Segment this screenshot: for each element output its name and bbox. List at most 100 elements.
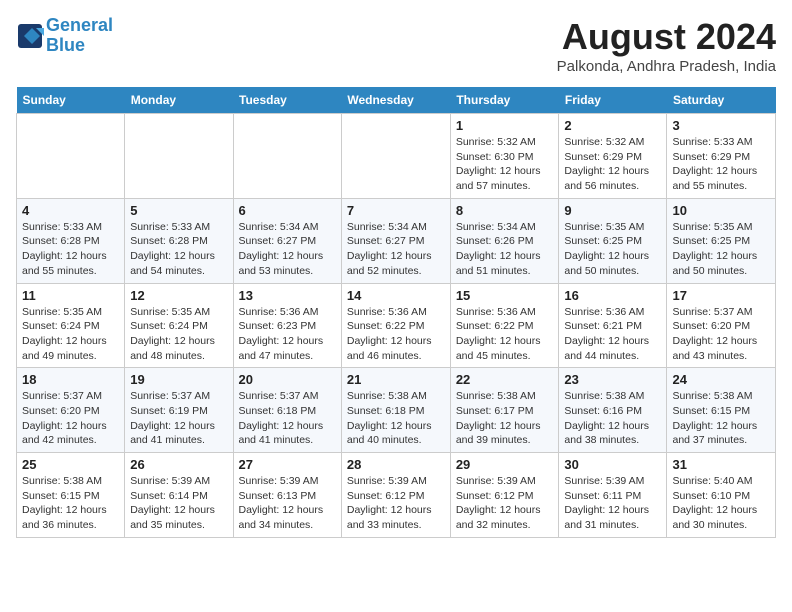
day-info: Sunrise: 5:39 AM Sunset: 6:11 PM Dayligh… bbox=[564, 474, 661, 533]
calendar-cell: 15 Sunrise: 5:36 AM Sunset: 6:22 PM Dayli… bbox=[450, 283, 559, 368]
day-info: Sunrise: 5:40 AM Sunset: 6:10 PM Dayligh… bbox=[672, 474, 770, 533]
week-row-2: 11 Sunrise: 5:35 AM Sunset: 6:24 PM Dayli… bbox=[17, 283, 776, 368]
day-number: 11 bbox=[22, 288, 119, 303]
day-info: Sunrise: 5:39 AM Sunset: 6:14 PM Dayligh… bbox=[130, 474, 227, 533]
week-row-4: 25Sunrise: 5:38 AM Sunset: 6:15 PM Dayli… bbox=[17, 453, 776, 538]
calendar-cell: 29 Sunrise: 5:39 AM Sunset: 6:12 PM Dayli… bbox=[450, 453, 559, 538]
day-number: 30 bbox=[564, 457, 661, 472]
day-number: 5 bbox=[130, 203, 227, 218]
day-info: Sunrise: 5:35 AM Sunset: 6:25 PM Dayligh… bbox=[672, 220, 770, 279]
day-number: 6 bbox=[239, 203, 336, 218]
day-number: 7 bbox=[347, 203, 445, 218]
day-number: 22 bbox=[456, 372, 554, 387]
day-info: Sunrise: 5:38 AM Sunset: 6:18 PM Dayligh… bbox=[347, 389, 445, 448]
day-number: 1 bbox=[456, 118, 554, 133]
day-info: Sunrise: 5:39 AM Sunset: 6:12 PM Dayligh… bbox=[347, 474, 445, 533]
calendar-cell: 9 Sunrise: 5:35 AM Sunset: 6:25 PM Daylig… bbox=[559, 198, 667, 283]
week-row-0: 1 Sunrise: 5:32 AM Sunset: 6:30 PM Daylig… bbox=[17, 114, 776, 199]
calendar-cell: 1 Sunrise: 5:32 AM Sunset: 6:30 PM Daylig… bbox=[450, 114, 559, 199]
day-info: Sunrise: 5:34 AM Sunset: 6:26 PM Dayligh… bbox=[456, 220, 554, 279]
calendar-cell: 2 Sunrise: 5:32 AM Sunset: 6:29 PM Daylig… bbox=[559, 114, 667, 199]
day-info: Sunrise: 5:38 AM Sunset: 6:16 PM Dayligh… bbox=[564, 389, 661, 448]
calendar-cell: 26 Sunrise: 5:39 AM Sunset: 6:14 PM Dayli… bbox=[125, 453, 233, 538]
day-info: Sunrise: 5:34 AM Sunset: 6:27 PM Dayligh… bbox=[239, 220, 336, 279]
weekday-header-saturday: Saturday bbox=[667, 87, 776, 114]
day-number: 10 bbox=[672, 203, 770, 218]
calendar-cell: 21 Sunrise: 5:38 AM Sunset: 6:18 PM Dayli… bbox=[341, 368, 450, 453]
day-info: Sunrise: 5:36 AM Sunset: 6:22 PM Dayligh… bbox=[347, 305, 445, 364]
day-number: 20 bbox=[239, 372, 336, 387]
calendar-cell: 31 Sunrise: 5:40 AM Sunset: 6:10 PM Dayli… bbox=[667, 453, 776, 538]
calendar-cell bbox=[125, 114, 233, 199]
day-info: Sunrise: 5:36 AM Sunset: 6:23 PM Dayligh… bbox=[239, 305, 336, 364]
weekday-header-tuesday: Tuesday bbox=[233, 87, 341, 114]
day-number: 12 bbox=[130, 288, 227, 303]
day-number: 2 bbox=[564, 118, 661, 133]
logo: General Blue bbox=[16, 16, 113, 56]
weekday-header-thursday: Thursday bbox=[450, 87, 559, 114]
calendar-cell: 24 Sunrise: 5:38 AM Sunset: 6:15 PM Dayli… bbox=[667, 368, 776, 453]
day-info: Sunrise: 5:32 AM Sunset: 6:30 PM Dayligh… bbox=[456, 135, 554, 194]
logo-line2: Blue bbox=[46, 35, 85, 55]
calendar-cell: 8 Sunrise: 5:34 AM Sunset: 6:26 PM Daylig… bbox=[450, 198, 559, 283]
week-row-1: 4Sunrise: 5:33 AM Sunset: 6:28 PM Daylig… bbox=[17, 198, 776, 283]
calendar-cell: 25Sunrise: 5:38 AM Sunset: 6:15 PM Dayli… bbox=[17, 453, 125, 538]
calendar-cell bbox=[17, 114, 125, 199]
day-number: 18 bbox=[22, 372, 119, 387]
calendar-cell: 5 Sunrise: 5:33 AM Sunset: 6:28 PM Daylig… bbox=[125, 198, 233, 283]
day-info: Sunrise: 5:36 AM Sunset: 6:22 PM Dayligh… bbox=[456, 305, 554, 364]
day-info: Sunrise: 5:32 AM Sunset: 6:29 PM Dayligh… bbox=[564, 135, 661, 194]
day-number: 21 bbox=[347, 372, 445, 387]
logo-text: General Blue bbox=[46, 16, 113, 56]
day-number: 29 bbox=[456, 457, 554, 472]
day-number: 25 bbox=[22, 457, 119, 472]
day-info: Sunrise: 5:35 AM Sunset: 6:24 PM Dayligh… bbox=[130, 305, 227, 364]
day-info: Sunrise: 5:35 AM Sunset: 6:24 PM Dayligh… bbox=[22, 305, 119, 364]
calendar-cell: 3 Sunrise: 5:33 AM Sunset: 6:29 PM Daylig… bbox=[667, 114, 776, 199]
calendar-cell: 7Sunrise: 5:34 AM Sunset: 6:27 PM Daylig… bbox=[341, 198, 450, 283]
day-number: 31 bbox=[672, 457, 770, 472]
day-info: Sunrise: 5:37 AM Sunset: 6:20 PM Dayligh… bbox=[672, 305, 770, 364]
calendar-cell: 10 Sunrise: 5:35 AM Sunset: 6:25 PM Dayli… bbox=[667, 198, 776, 283]
day-info: Sunrise: 5:33 AM Sunset: 6:29 PM Dayligh… bbox=[672, 135, 770, 194]
day-info: Sunrise: 5:38 AM Sunset: 6:15 PM Dayligh… bbox=[672, 389, 770, 448]
day-info: Sunrise: 5:36 AM Sunset: 6:21 PM Dayligh… bbox=[564, 305, 661, 364]
page-header: General Blue August 2024 Palkonda, Andhr… bbox=[16, 16, 776, 75]
calendar-cell: 12 Sunrise: 5:35 AM Sunset: 6:24 PM Dayli… bbox=[125, 283, 233, 368]
day-number: 28 bbox=[347, 457, 445, 472]
day-number: 9 bbox=[564, 203, 661, 218]
day-info: Sunrise: 5:39 AM Sunset: 6:12 PM Dayligh… bbox=[456, 474, 554, 533]
calendar-cell: 27 Sunrise: 5:39 AM Sunset: 6:13 PM Dayli… bbox=[233, 453, 341, 538]
location: Palkonda, Andhra Pradesh, India bbox=[557, 58, 776, 75]
day-number: 19 bbox=[130, 372, 227, 387]
day-number: 8 bbox=[456, 203, 554, 218]
day-info: Sunrise: 5:39 AM Sunset: 6:13 PM Dayligh… bbox=[239, 474, 336, 533]
weekday-header-monday: Monday bbox=[125, 87, 233, 114]
day-info: Sunrise: 5:37 AM Sunset: 6:19 PM Dayligh… bbox=[130, 389, 227, 448]
calendar-cell: 20 Sunrise: 5:37 AM Sunset: 6:18 PM Dayli… bbox=[233, 368, 341, 453]
day-number: 15 bbox=[456, 288, 554, 303]
day-info: Sunrise: 5:35 AM Sunset: 6:25 PM Dayligh… bbox=[564, 220, 661, 279]
day-number: 3 bbox=[672, 118, 770, 133]
week-row-3: 18Sunrise: 5:37 AM Sunset: 6:20 PM Dayli… bbox=[17, 368, 776, 453]
calendar-cell bbox=[341, 114, 450, 199]
day-info: Sunrise: 5:33 AM Sunset: 6:28 PM Dayligh… bbox=[130, 220, 227, 279]
calendar-cell: 22 Sunrise: 5:38 AM Sunset: 6:17 PM Dayli… bbox=[450, 368, 559, 453]
day-number: 26 bbox=[130, 457, 227, 472]
title-area: August 2024 Palkonda, Andhra Pradesh, In… bbox=[557, 16, 776, 75]
day-info: Sunrise: 5:38 AM Sunset: 6:17 PM Dayligh… bbox=[456, 389, 554, 448]
day-number: 24 bbox=[672, 372, 770, 387]
day-info: Sunrise: 5:37 AM Sunset: 6:18 PM Dayligh… bbox=[239, 389, 336, 448]
weekday-header-row: SundayMondayTuesdayWednesdayThursdayFrid… bbox=[17, 87, 776, 114]
calendar-table: SundayMondayTuesdayWednesdayThursdayFrid… bbox=[16, 87, 776, 538]
calendar-cell: 13 Sunrise: 5:36 AM Sunset: 6:23 PM Dayli… bbox=[233, 283, 341, 368]
calendar-cell: 28 Sunrise: 5:39 AM Sunset: 6:12 PM Dayli… bbox=[341, 453, 450, 538]
day-number: 17 bbox=[672, 288, 770, 303]
day-number: 27 bbox=[239, 457, 336, 472]
calendar-cell: 23 Sunrise: 5:38 AM Sunset: 6:16 PM Dayli… bbox=[559, 368, 667, 453]
day-number: 23 bbox=[564, 372, 661, 387]
calendar-cell bbox=[233, 114, 341, 199]
day-number: 16 bbox=[564, 288, 661, 303]
day-number: 14 bbox=[347, 288, 445, 303]
day-number: 13 bbox=[239, 288, 336, 303]
